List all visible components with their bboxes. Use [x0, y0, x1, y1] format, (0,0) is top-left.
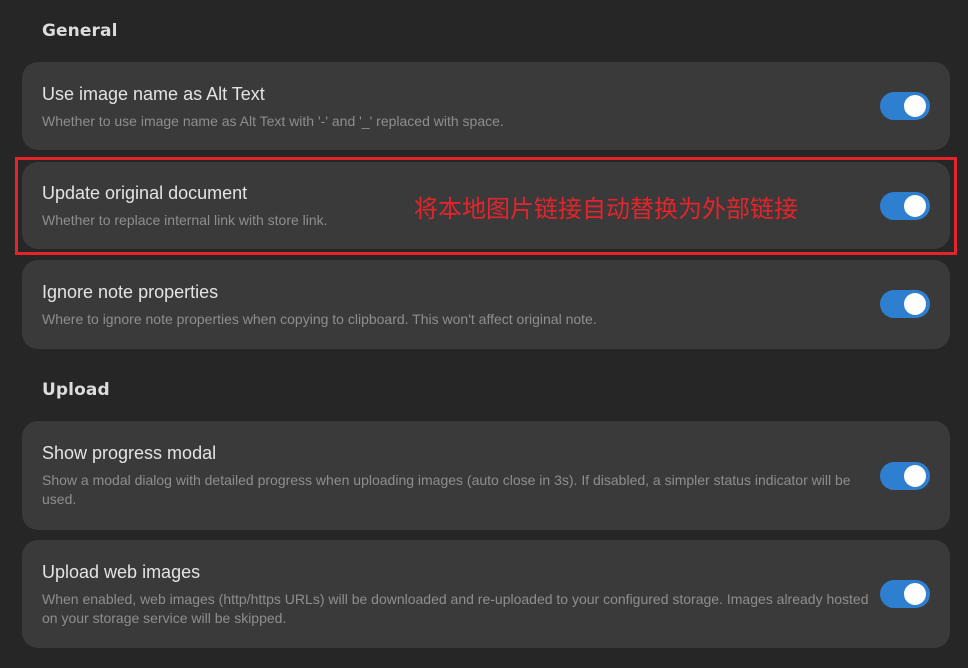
setting-title: Use image name as Alt Text — [42, 84, 265, 104]
setting-description: Where to ignore note properties when cop… — [42, 311, 597, 327]
toggle-knob — [904, 293, 926, 315]
setting-web-images: Upload web images When enabled, web imag… — [22, 540, 950, 648]
setting-title: Update original document — [42, 183, 248, 203]
setting-alt-text: Use image name as Alt Text Whether to us… — [22, 62, 950, 150]
update-document-toggle[interactable] — [880, 192, 930, 220]
toggle-knob — [904, 465, 926, 487]
setting-description: Show a modal dialog with detailed progre… — [42, 472, 851, 507]
section-heading-upload: Upload — [42, 380, 110, 400]
section-heading-general: General — [42, 21, 118, 41]
setting-title: Upload web images — [42, 562, 201, 582]
setting-title: Show progress modal — [42, 443, 217, 463]
setting-description: When enabled, web images (http/https URL… — [42, 591, 869, 626]
web-images-toggle[interactable] — [880, 580, 930, 608]
setting-ignore-properties: Ignore note properties Where to ignore n… — [22, 260, 950, 349]
ignore-properties-toggle[interactable] — [880, 290, 930, 318]
annotation-text: 将本地图片链接自动替换为外部链接 — [414, 195, 798, 223]
settings-page: General Use image name as Alt Text Wheth… — [0, 0, 968, 668]
toggle-knob — [904, 195, 926, 217]
setting-description: Whether to use image name as Alt Text wi… — [42, 113, 504, 129]
setting-progress-modal: Show progress modal Show a modal dialog … — [22, 421, 950, 530]
toggle-knob — [904, 95, 926, 117]
toggle-knob — [904, 583, 926, 605]
progress-modal-toggle[interactable] — [880, 462, 930, 490]
setting-title: Ignore note properties — [42, 282, 219, 302]
alt-text-toggle[interactable] — [880, 92, 930, 120]
